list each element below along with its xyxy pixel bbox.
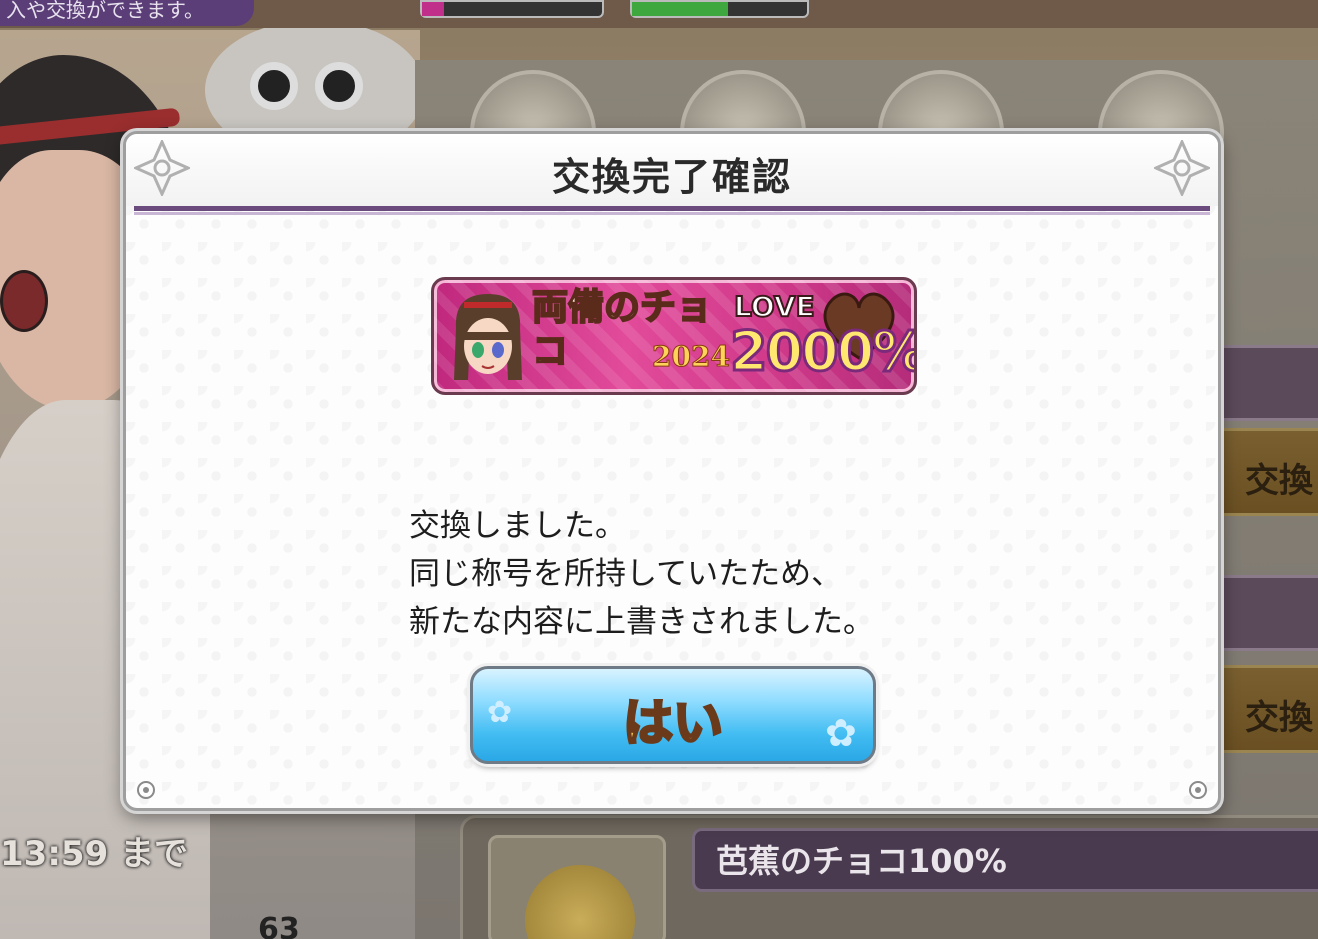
dialog-title: 交換完了確認	[551, 155, 792, 199]
exchange-button[interactable]: 交換	[1210, 665, 1318, 753]
list-item[interactable]	[1205, 575, 1318, 651]
confirm-button-label: はい	[622, 693, 725, 754]
item-count: 63	[258, 912, 300, 939]
header-divider	[134, 206, 1210, 211]
exchange-complete-dialog: 交換完了確認 両備のチョコ 2024 LOVE 2000% 交換しました。 同じ…	[123, 131, 1221, 811]
plate-percent: 2000%	[728, 319, 917, 385]
exchange-button[interactable]: 交換	[1210, 428, 1318, 516]
corner-ornament-icon	[134, 140, 190, 196]
corner-ornament-icon	[1154, 140, 1210, 196]
corner-dot-icon	[1189, 781, 1207, 799]
mascot-eye	[315, 62, 363, 110]
gauge-green	[630, 0, 809, 18]
character-eye	[0, 270, 48, 332]
plate-year: 2024	[652, 340, 731, 374]
message-line: 新たな内容に上書きされました。	[409, 604, 874, 640]
plate-love-label: LOVE	[733, 289, 816, 324]
reward-title: 芭蕉のチョコ100%	[716, 842, 1007, 880]
corner-dot-icon	[137, 781, 155, 799]
title-plate: 両備のチョコ 2024 LOVE 2000%	[431, 277, 917, 395]
gauge-pink	[420, 0, 604, 18]
character-portrait-icon	[454, 294, 522, 380]
message-line: 交換しました。	[409, 508, 626, 544]
list-item[interactable]	[1205, 345, 1318, 421]
top-notice: 入や交換ができます。	[0, 0, 254, 26]
timer-text: 13:59 まで	[0, 834, 189, 874]
confirm-button[interactable]: ✿ ✿ はい	[470, 666, 876, 764]
dialog-message: 交換しました。 同じ称号を所持していたため、 新たな内容に上書きされました。	[409, 502, 874, 646]
mascot-eye	[250, 62, 298, 110]
message-line: 同じ称号を所持していたため、	[409, 556, 843, 592]
header-divider	[134, 212, 1210, 215]
